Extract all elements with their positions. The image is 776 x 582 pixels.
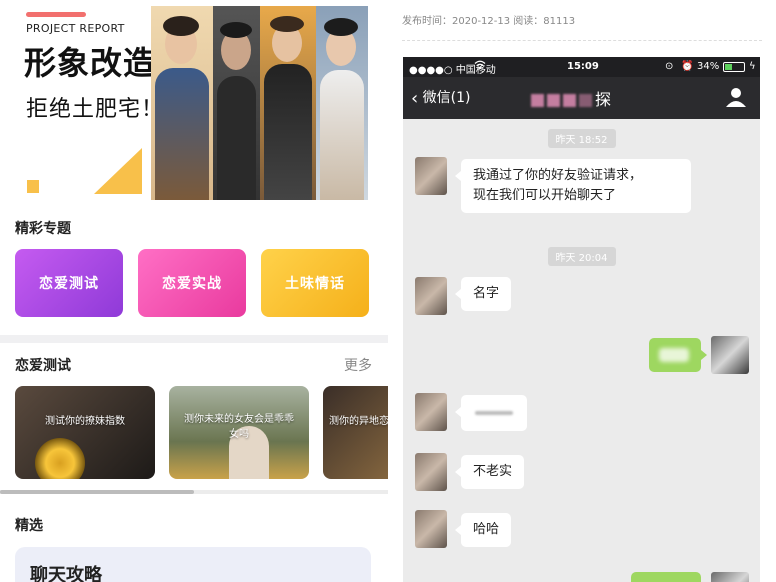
alarm-icon: ⏰ bbox=[681, 61, 694, 72]
contact-avatar[interactable] bbox=[415, 510, 447, 548]
test-card[interactable]: 测试你的撩妹指数 bbox=[15, 386, 155, 479]
model-photo-2 bbox=[213, 6, 260, 200]
message-bubble[interactable]: 不老实 bbox=[454, 455, 525, 489]
status-time: 15:09 bbox=[567, 61, 599, 72]
test-card-text: 测试你的撩妹指数 bbox=[45, 416, 125, 427]
test-card-text: 测你的异地恋 bbox=[329, 416, 388, 427]
blurred-name-icon bbox=[531, 94, 544, 107]
decor-square bbox=[27, 180, 39, 193]
wifi-icon bbox=[474, 60, 486, 73]
chat-nav-bar: ‹ 微信(1) 探 bbox=[403, 77, 760, 119]
topic-label: 土味情话 bbox=[285, 276, 345, 292]
accent-bar bbox=[26, 12, 86, 17]
test-card[interactable]: 测你未来的女友会是乖乖女吗 bbox=[169, 386, 309, 479]
contact-avatar[interactable] bbox=[415, 453, 447, 491]
message-bubble[interactable]: 我通过了你的好友验证请求， 现在我们可以开始聊天了 bbox=[455, 159, 691, 213]
redacted-text-icon bbox=[475, 411, 513, 415]
self-message-bubble[interactable] bbox=[649, 338, 707, 372]
model-photo-3 bbox=[260, 6, 316, 200]
topic-love-practice-button[interactable]: 恋爱实战 bbox=[138, 249, 246, 317]
topics-section-title: 精彩专题 bbox=[15, 221, 71, 237]
chevron-left-icon: ‹ bbox=[411, 88, 419, 109]
blurred-name-icon bbox=[547, 94, 560, 107]
chat-title-suffix: 探 bbox=[595, 90, 613, 109]
self-avatar[interactable] bbox=[711, 572, 749, 582]
test-card[interactable]: 测你的异地恋 bbox=[323, 386, 388, 479]
topic-label: 恋爱实战 bbox=[162, 276, 222, 292]
article-meta: 发布时间：2020-12-13 阅读：81113 bbox=[402, 16, 576, 27]
banner-title: 形象改造 bbox=[24, 44, 157, 82]
topic-label: 恋爱测试 bbox=[39, 276, 99, 292]
blurred-name-icon bbox=[563, 94, 576, 107]
timestamp-chip: 昨天 18:52 bbox=[547, 129, 616, 148]
battery-icon bbox=[723, 62, 745, 72]
banner-subtitle: 拒绝土肥宅！ bbox=[26, 97, 165, 122]
redacted-text-icon bbox=[659, 348, 689, 362]
featured-section-title: 精选 bbox=[15, 518, 43, 534]
blurred-name-icon bbox=[579, 94, 592, 107]
message-bubble[interactable]: 名字 bbox=[454, 277, 512, 311]
section-divider bbox=[0, 335, 388, 343]
model-photo-1 bbox=[151, 6, 213, 200]
self-avatar[interactable] bbox=[711, 336, 749, 374]
article-panel: 发布时间：2020-12-13 阅读：81113 ●●●●○ 中国移动 15:0… bbox=[388, 0, 776, 582]
screen: PROJECT REPORT 形象改造 拒绝土肥宅！ 精彩专题 恋爱测试 恋爱实… bbox=[0, 0, 776, 582]
tests-section-title: 恋爱测试 bbox=[15, 358, 71, 374]
status-bar: ●●●●○ 中国移动 15:09 ⊙ ⏰ 34% ϟ bbox=[403, 57, 760, 77]
model-photo-4 bbox=[316, 6, 368, 200]
charging-icon: ϟ bbox=[749, 61, 756, 72]
contact-profile-icon[interactable] bbox=[724, 85, 748, 109]
back-button[interactable]: ‹ 微信(1) bbox=[411, 87, 471, 109]
timestamp-chip: 昨天 20:04 bbox=[547, 247, 616, 266]
contact-avatar[interactable] bbox=[415, 277, 447, 315]
contact-avatar[interactable] bbox=[415, 157, 447, 195]
chat-title: 探 bbox=[531, 86, 612, 110]
contact-avatar[interactable] bbox=[415, 393, 447, 431]
test-card-text: 测你未来的女友会是乖乖女吗 bbox=[184, 414, 294, 440]
featured-card-title[interactable]: 聊天攻略 bbox=[30, 561, 102, 582]
decor-triangle bbox=[94, 148, 142, 194]
more-link[interactable]: 更多 bbox=[344, 355, 372, 375]
app-home-panel: PROJECT REPORT 形象改造 拒绝土肥宅！ 精彩专题 恋爱测试 恋爱实… bbox=[0, 0, 388, 582]
message-bubble[interactable] bbox=[455, 395, 527, 431]
topic-pickup-lines-button[interactable]: 土味情话 bbox=[261, 249, 369, 317]
cards-scroll-thumb[interactable] bbox=[0, 490, 194, 494]
message-bubble[interactable]: 哈哈 bbox=[454, 513, 512, 547]
lock-rotation-icon: ⊙ bbox=[665, 61, 674, 72]
chat-screenshot: ●●●●○ 中国移动 15:09 ⊙ ⏰ 34% ϟ ‹ 微信(1) 探 昨天 … bbox=[403, 57, 760, 582]
self-message-bubble[interactable] bbox=[631, 572, 701, 582]
sunflower-decor bbox=[35, 438, 85, 479]
banner[interactable]: PROJECT REPORT 形象改造 拒绝土肥宅！ bbox=[0, 0, 388, 208]
banner-eyebrow: PROJECT REPORT bbox=[26, 22, 125, 35]
topic-love-test-button[interactable]: 恋爱测试 bbox=[15, 249, 123, 317]
battery-text: 34% bbox=[697, 61, 720, 72]
dashed-divider bbox=[402, 40, 762, 41]
back-label: 微信(1) bbox=[422, 90, 471, 106]
